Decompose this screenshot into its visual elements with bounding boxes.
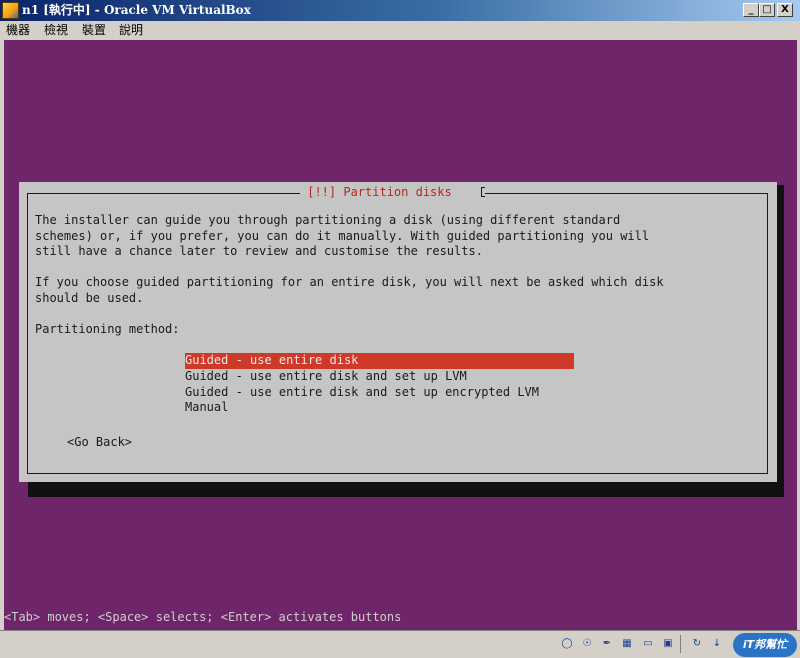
title-bracket-right	[481, 187, 485, 197]
dialog-frame-top-right	[485, 193, 768, 194]
intro-line-2: schemes) or, if you prefer, you can do i…	[35, 228, 650, 243]
menu-view[interactable]: 檢視	[44, 21, 68, 39]
status-separator	[680, 635, 681, 653]
keyboard-icon[interactable]: ↓	[710, 637, 724, 651]
maximize-button[interactable]: □	[759, 3, 775, 17]
network-icon[interactable]: ▦	[620, 637, 634, 651]
window-title: n1 [執行中] - Oracle VM VirtualBox	[22, 3, 251, 17]
virtualbox-status-bar: ◯ ☉ ✒ ▦ ▭ ▣ ↻ ↓ iT邦幫忙	[0, 630, 800, 658]
usb-icon[interactable]: ✒	[600, 637, 614, 651]
partition-dialog: [!!] Partition disks The installer can g…	[19, 182, 777, 482]
shared-folders-icon[interactable]: ▭	[641, 637, 655, 651]
method-option-guided-entire-disk[interactable]: Guided - use entire disk	[185, 353, 574, 369]
menu-help[interactable]: 說明	[119, 21, 143, 39]
optical-drive-icon[interactable]: ☉	[580, 637, 594, 651]
method-option-guided-encrypted-lvm[interactable]: Guided - use entire disk and set up encr…	[185, 385, 539, 401]
method-label: Partitioning method:	[35, 322, 180, 337]
virtualbox-app-icon[interactable]	[2, 2, 19, 19]
dialog-frame-top-left	[27, 193, 304, 194]
itbang-watermark-logo: iT邦幫忙	[733, 633, 797, 657]
menu-machine[interactable]: 機器	[6, 21, 30, 39]
method-option-manual[interactable]: Manual	[185, 400, 228, 416]
go-back-button[interactable]: <Go Back>	[67, 435, 132, 451]
menu-devices[interactable]: 裝置	[82, 21, 106, 39]
vm-display[interactable]: [!!] Partition disks The installer can g…	[4, 40, 797, 630]
window-title-bar[interactable]: n1 [執行中] - Oracle VM VirtualBox _ □ X	[0, 0, 800, 21]
hard-disk-icon[interactable]: ◯	[560, 637, 574, 651]
intro-line-3: still have a chance later to review and …	[35, 244, 483, 259]
info-line-2: should be used.	[35, 291, 144, 305]
minimize-button[interactable]: _	[743, 3, 759, 17]
close-button[interactable]: X	[777, 3, 793, 17]
info-line-1: If you choose guided partitioning for an…	[35, 275, 664, 290]
method-option-guided-lvm[interactable]: Guided - use entire disk and set up LVM	[185, 369, 467, 385]
menu-bar: 機器 檢視 裝置 說明	[0, 21, 800, 39]
intro-line-1: The installer can guide you through part…	[35, 213, 621, 227]
dialog-title: [!!] Partition disks	[300, 184, 459, 200]
display-icon[interactable]: ▣	[661, 637, 675, 651]
capture-icon[interactable]: ↻	[690, 637, 704, 651]
keyboard-help-line: <Tab> moves; <Space> selects; <Enter> ac…	[4, 610, 402, 624]
